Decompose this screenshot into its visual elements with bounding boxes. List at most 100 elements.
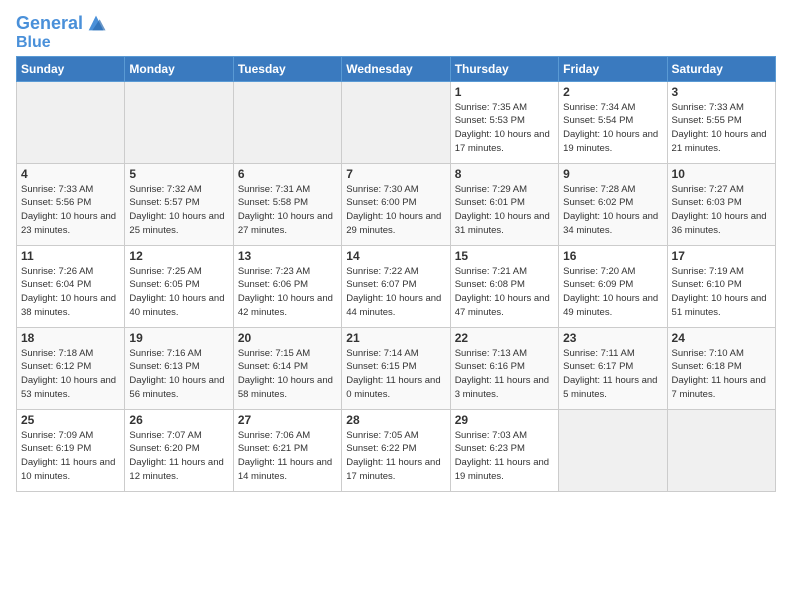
day-number: 25 bbox=[21, 413, 120, 427]
calendar-cell: 23 Sunrise: 7:11 AMSunset: 6:17 PMDaylig… bbox=[559, 327, 667, 409]
header-row: SundayMondayTuesdayWednesdayThursdayFrid… bbox=[17, 56, 776, 81]
day-number: 11 bbox=[21, 249, 120, 263]
day-info: Sunrise: 7:34 AMSunset: 5:54 PMDaylight:… bbox=[563, 102, 658, 154]
day-info: Sunrise: 7:30 AMSunset: 6:00 PMDaylight:… bbox=[346, 184, 441, 236]
week-row-1: 4 Sunrise: 7:33 AMSunset: 5:56 PMDayligh… bbox=[17, 163, 776, 245]
day-number: 15 bbox=[455, 249, 554, 263]
day-number: 26 bbox=[129, 413, 228, 427]
calendar-cell: 3 Sunrise: 7:33 AMSunset: 5:55 PMDayligh… bbox=[667, 81, 775, 163]
page-container: General Blue SundayMondayTuesdayWednesda… bbox=[0, 0, 792, 500]
logo: General Blue bbox=[16, 14, 107, 52]
day-info: Sunrise: 7:18 AMSunset: 6:12 PMDaylight:… bbox=[21, 348, 116, 400]
day-info: Sunrise: 7:06 AMSunset: 6:21 PMDaylight:… bbox=[238, 430, 332, 482]
calendar-cell: 24 Sunrise: 7:10 AMSunset: 6:18 PMDaylig… bbox=[667, 327, 775, 409]
calendar-cell: 19 Sunrise: 7:16 AMSunset: 6:13 PMDaylig… bbox=[125, 327, 233, 409]
day-info: Sunrise: 7:20 AMSunset: 6:09 PMDaylight:… bbox=[563, 266, 658, 318]
calendar-table: SundayMondayTuesdayWednesdayThursdayFrid… bbox=[16, 56, 776, 492]
day-info: Sunrise: 7:15 AMSunset: 6:14 PMDaylight:… bbox=[238, 348, 333, 400]
calendar-cell: 25 Sunrise: 7:09 AMSunset: 6:19 PMDaylig… bbox=[17, 409, 125, 491]
day-number: 19 bbox=[129, 331, 228, 345]
calendar-cell: 6 Sunrise: 7:31 AMSunset: 5:58 PMDayligh… bbox=[233, 163, 341, 245]
day-number: 12 bbox=[129, 249, 228, 263]
day-number: 5 bbox=[129, 167, 228, 181]
day-number: 7 bbox=[346, 167, 445, 181]
day-number: 17 bbox=[672, 249, 771, 263]
calendar-cell: 1 Sunrise: 7:35 AMSunset: 5:53 PMDayligh… bbox=[450, 81, 558, 163]
logo-icon bbox=[85, 12, 107, 34]
calendar-cell: 27 Sunrise: 7:06 AMSunset: 6:21 PMDaylig… bbox=[233, 409, 341, 491]
calendar-body: 1 Sunrise: 7:35 AMSunset: 5:53 PMDayligh… bbox=[17, 81, 776, 491]
day-header-saturday: Saturday bbox=[667, 56, 775, 81]
calendar-cell: 29 Sunrise: 7:03 AMSunset: 6:23 PMDaylig… bbox=[450, 409, 558, 491]
calendar-cell: 17 Sunrise: 7:19 AMSunset: 6:10 PMDaylig… bbox=[667, 245, 775, 327]
calendar-cell: 22 Sunrise: 7:13 AMSunset: 6:16 PMDaylig… bbox=[450, 327, 558, 409]
day-number: 18 bbox=[21, 331, 120, 345]
day-info: Sunrise: 7:29 AMSunset: 6:01 PMDaylight:… bbox=[455, 184, 550, 236]
day-info: Sunrise: 7:28 AMSunset: 6:02 PMDaylight:… bbox=[563, 184, 658, 236]
calendar-cell bbox=[667, 409, 775, 491]
day-info: Sunrise: 7:11 AMSunset: 6:17 PMDaylight:… bbox=[563, 348, 657, 400]
day-info: Sunrise: 7:19 AMSunset: 6:10 PMDaylight:… bbox=[672, 266, 767, 318]
day-header-thursday: Thursday bbox=[450, 56, 558, 81]
day-info: Sunrise: 7:25 AMSunset: 6:05 PMDaylight:… bbox=[129, 266, 224, 318]
calendar-cell bbox=[233, 81, 341, 163]
logo-text-line1: General bbox=[16, 14, 83, 34]
day-info: Sunrise: 7:23 AMSunset: 6:06 PMDaylight:… bbox=[238, 266, 333, 318]
day-info: Sunrise: 7:10 AMSunset: 6:18 PMDaylight:… bbox=[672, 348, 766, 400]
calendar-cell: 28 Sunrise: 7:05 AMSunset: 6:22 PMDaylig… bbox=[342, 409, 450, 491]
day-number: 27 bbox=[238, 413, 337, 427]
day-number: 4 bbox=[21, 167, 120, 181]
day-info: Sunrise: 7:27 AMSunset: 6:03 PMDaylight:… bbox=[672, 184, 767, 236]
day-number: 14 bbox=[346, 249, 445, 263]
week-row-4: 25 Sunrise: 7:09 AMSunset: 6:19 PMDaylig… bbox=[17, 409, 776, 491]
calendar-cell: 12 Sunrise: 7:25 AMSunset: 6:05 PMDaylig… bbox=[125, 245, 233, 327]
day-info: Sunrise: 7:05 AMSunset: 6:22 PMDaylight:… bbox=[346, 430, 440, 482]
calendar-cell: 15 Sunrise: 7:21 AMSunset: 6:08 PMDaylig… bbox=[450, 245, 558, 327]
calendar-header: SundayMondayTuesdayWednesdayThursdayFrid… bbox=[17, 56, 776, 81]
day-header-friday: Friday bbox=[559, 56, 667, 81]
calendar-cell: 4 Sunrise: 7:33 AMSunset: 5:56 PMDayligh… bbox=[17, 163, 125, 245]
day-info: Sunrise: 7:21 AMSunset: 6:08 PMDaylight:… bbox=[455, 266, 550, 318]
calendar-cell: 7 Sunrise: 7:30 AMSunset: 6:00 PMDayligh… bbox=[342, 163, 450, 245]
week-row-3: 18 Sunrise: 7:18 AMSunset: 6:12 PMDaylig… bbox=[17, 327, 776, 409]
calendar-cell: 11 Sunrise: 7:26 AMSunset: 6:04 PMDaylig… bbox=[17, 245, 125, 327]
calendar-cell: 2 Sunrise: 7:34 AMSunset: 5:54 PMDayligh… bbox=[559, 81, 667, 163]
day-info: Sunrise: 7:13 AMSunset: 6:16 PMDaylight:… bbox=[455, 348, 549, 400]
day-number: 1 bbox=[455, 85, 554, 99]
day-number: 10 bbox=[672, 167, 771, 181]
day-number: 6 bbox=[238, 167, 337, 181]
day-info: Sunrise: 7:26 AMSunset: 6:04 PMDaylight:… bbox=[21, 266, 116, 318]
calendar-cell: 18 Sunrise: 7:18 AMSunset: 6:12 PMDaylig… bbox=[17, 327, 125, 409]
day-header-wednesday: Wednesday bbox=[342, 56, 450, 81]
day-number: 21 bbox=[346, 331, 445, 345]
day-number: 29 bbox=[455, 413, 554, 427]
day-number: 20 bbox=[238, 331, 337, 345]
logo-text-line2: Blue bbox=[16, 34, 107, 52]
day-number: 13 bbox=[238, 249, 337, 263]
day-info: Sunrise: 7:33 AMSunset: 5:56 PMDaylight:… bbox=[21, 184, 116, 236]
week-row-0: 1 Sunrise: 7:35 AMSunset: 5:53 PMDayligh… bbox=[17, 81, 776, 163]
day-number: 16 bbox=[563, 249, 662, 263]
day-info: Sunrise: 7:14 AMSunset: 6:15 PMDaylight:… bbox=[346, 348, 440, 400]
day-number: 2 bbox=[563, 85, 662, 99]
calendar-cell bbox=[17, 81, 125, 163]
calendar-cell: 26 Sunrise: 7:07 AMSunset: 6:20 PMDaylig… bbox=[125, 409, 233, 491]
calendar-cell: 10 Sunrise: 7:27 AMSunset: 6:03 PMDaylig… bbox=[667, 163, 775, 245]
calendar-cell bbox=[342, 81, 450, 163]
day-header-sunday: Sunday bbox=[17, 56, 125, 81]
day-number: 22 bbox=[455, 331, 554, 345]
calendar-cell: 20 Sunrise: 7:15 AMSunset: 6:14 PMDaylig… bbox=[233, 327, 341, 409]
calendar-cell bbox=[559, 409, 667, 491]
header: General Blue bbox=[16, 10, 776, 52]
day-header-monday: Monday bbox=[125, 56, 233, 81]
day-number: 24 bbox=[672, 331, 771, 345]
day-number: 3 bbox=[672, 85, 771, 99]
day-info: Sunrise: 7:33 AMSunset: 5:55 PMDaylight:… bbox=[672, 102, 767, 154]
calendar-cell: 14 Sunrise: 7:22 AMSunset: 6:07 PMDaylig… bbox=[342, 245, 450, 327]
calendar-cell: 16 Sunrise: 7:20 AMSunset: 6:09 PMDaylig… bbox=[559, 245, 667, 327]
day-number: 8 bbox=[455, 167, 554, 181]
day-header-tuesday: Tuesday bbox=[233, 56, 341, 81]
calendar-cell: 8 Sunrise: 7:29 AMSunset: 6:01 PMDayligh… bbox=[450, 163, 558, 245]
day-info: Sunrise: 7:09 AMSunset: 6:19 PMDaylight:… bbox=[21, 430, 115, 482]
day-info: Sunrise: 7:22 AMSunset: 6:07 PMDaylight:… bbox=[346, 266, 441, 318]
